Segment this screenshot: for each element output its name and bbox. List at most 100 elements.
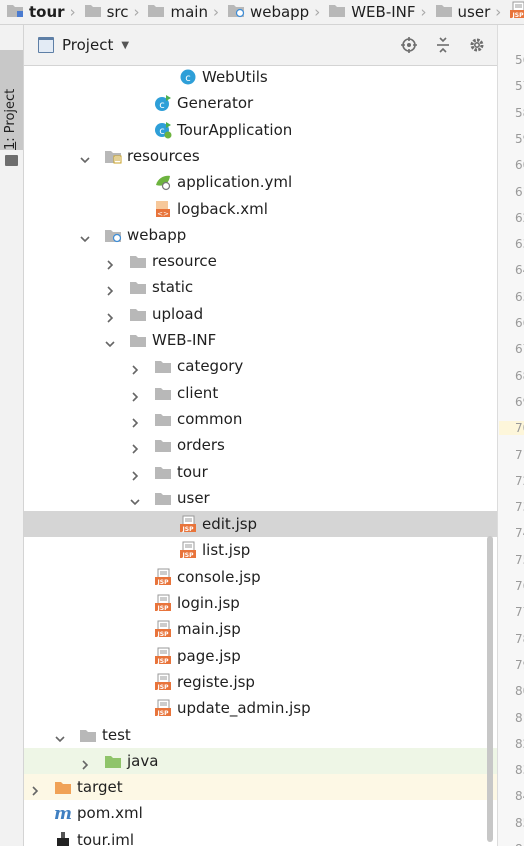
line-number: 77 [515,605,524,620]
tree-node-user[interactable]: user [24,485,497,511]
chevron-down-icon[interactable] [80,230,90,242]
tree-node-label: webapp [127,225,187,244]
breadcrumb-item-user[interactable]: user › [429,0,504,24]
tree-node-label: client [177,383,219,402]
excluded-folder-icon [54,778,72,796]
tree-node-webapp[interactable]: webapp [24,222,497,248]
tree-node-web-inf[interactable]: WEB-INF [24,327,497,353]
project-tool-tab[interactable]: 1: Project [0,50,23,166]
breadcrumb-item-main[interactable]: main › [141,0,220,24]
tree-node-category[interactable]: category [24,353,497,379]
xml-file-icon: <> [154,200,172,218]
breadcrumb-item-tour[interactable]: tour › [0,0,78,24]
line-number: 61 [515,184,524,199]
jsp-icon: JSP [509,1,524,23]
java-class-icon: c [179,68,197,86]
chevron-right-icon[interactable] [80,756,90,770]
tree-node-orders[interactable]: orders [24,432,497,458]
tree-node-label: Generator [177,94,254,113]
tree-node-common[interactable]: common [24,406,497,432]
tree-node-application-yml[interactable]: application.yml [24,169,497,195]
web-folder-icon [104,226,122,244]
chevron-down-icon[interactable] [80,151,90,164]
chevron-right-icon[interactable] [130,361,140,375]
chevron-right-icon[interactable] [105,282,115,296]
chevron-down-icon[interactable] [105,335,115,348]
folder-icon [147,2,165,22]
scrollbar-thumb[interactable] [487,536,493,842]
tree-node-resources[interactable]: resources [24,143,497,169]
tree-node-page-jsp[interactable]: JSP page.jsp [24,643,497,669]
tree-node-login-jsp[interactable]: JSP login.jsp [24,590,497,616]
svg-text:JSP: JSP [157,684,170,691]
tree-node-console-jsp[interactable]: JSP console.jsp [24,564,497,590]
tree-node-pom-xml[interactable]: m pom.xml [24,800,497,826]
chevron-down-icon[interactable]: ▼ [121,40,129,51]
svg-text:m: m [54,804,72,822]
tree-node-java[interactable]: java [24,747,497,774]
breadcrumb-item-web-inf[interactable]: WEB-INF › [322,0,428,24]
tree-node-target[interactable]: target [24,774,497,801]
tree-node-static[interactable]: static [24,274,497,300]
tree-node-logback-xml[interactable]: <> logback.xml [24,196,497,222]
tree-node-label: application.yml [177,173,293,192]
folder-icon [154,463,172,481]
tree-node-label: java [127,751,159,770]
line-number: 65 [515,289,524,304]
chevron-right-icon[interactable] [130,414,140,428]
collapse-all-icon[interactable] [430,33,456,57]
svg-text:JSP: JSP [157,605,170,612]
folder-icon [129,252,147,270]
line-number: 60 [515,158,524,173]
chevron-down-icon[interactable] [130,493,140,505]
chevron-right-icon[interactable] [130,467,140,481]
folder-icon [154,384,172,402]
tree-node-list-jsp[interactable]: JSP list.jsp [24,537,497,563]
tree-scrollbar[interactable] [484,532,496,846]
tree-node-resource[interactable]: resource [24,248,497,274]
chevron-right-icon[interactable] [130,388,140,402]
tree-node-label: target [77,778,123,797]
module-folder-icon [6,2,24,22]
tree-node-label: user [177,488,210,507]
java-runnable-class-icon: c [154,94,172,112]
settings-gear-icon[interactable] [464,33,490,57]
svg-text:JSP: JSP [182,526,195,533]
tree-node-main-jsp[interactable]: JSP main.jsp [24,616,497,642]
tree-node-label: category [177,357,244,376]
tree-node-label: orders [177,436,225,455]
chevron-right-icon[interactable] [30,782,40,796]
tree-node-registe-jsp[interactable]: JSP registe.jsp [24,669,497,695]
chevron-right-icon[interactable] [130,440,140,454]
tree-node-client[interactable]: client [24,380,497,406]
tree-node-test[interactable]: test [24,722,497,748]
line-number: 59 [515,131,524,146]
tree-node-label: logback.xml [177,199,268,218]
tree-node-tour-iml[interactable]: tour.iml [24,827,497,846]
chevron-down-icon[interactable] [55,730,65,742]
breadcrumb-separator: › [420,3,427,21]
chevron-right-icon[interactable] [105,309,115,323]
tree-node-upload[interactable]: upload [24,301,497,327]
tree-node-label: pom.xml [77,804,143,823]
line-number: 70 [499,421,524,436]
tree-node-update-admin-jsp[interactable]: JSP update_admin.jsp [24,695,497,721]
tree-node-tourapplication[interactable]: c TourApplication [24,117,497,143]
folder-icon [129,305,147,323]
tree-node-label: resources [127,146,200,165]
tree-node-webutils[interactable]: c WebUtils [24,66,497,90]
chevron-right-icon[interactable] [105,256,115,270]
breadcrumb-label: tour [29,3,65,21]
tree-node-edit-jsp[interactable]: JSP edit.jsp [24,511,497,538]
line-number: 64 [515,263,524,278]
jsp-icon: JSP [179,515,197,533]
tree-node-generator[interactable]: c Generator [24,90,497,116]
tree-node-label: static [152,278,194,297]
breadcrumb-item-ec[interactable]: JSPec [503,0,524,24]
locate-icon[interactable] [396,33,422,57]
line-number: 73 [515,500,524,515]
tree-node-tour[interactable]: tour [24,459,497,485]
project-view-selector[interactable]: Project [62,36,113,54]
breadcrumb-item-webapp[interactable]: webapp › [221,0,322,24]
breadcrumb-item-src[interactable]: src › [78,0,142,24]
